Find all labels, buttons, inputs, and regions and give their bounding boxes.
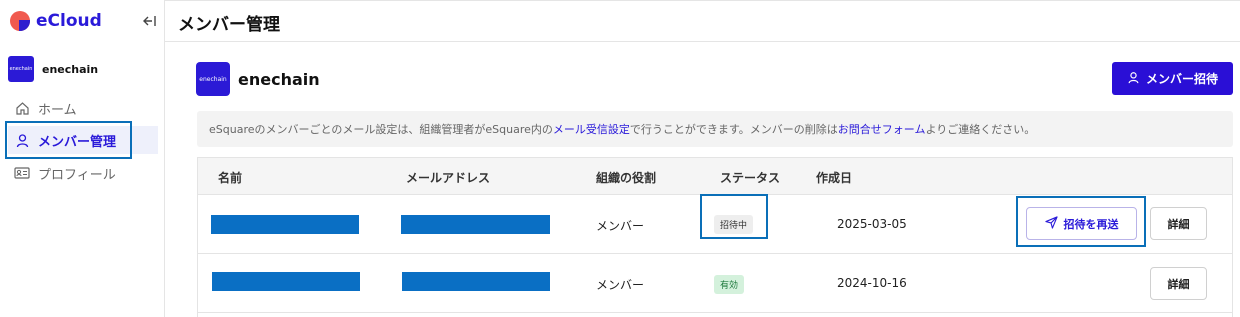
notice-text-1: eSquareのメンバーごとのメール設定は、組織管理者がeSquare内の <box>209 123 553 136</box>
created-date-cell: 2025-03-05 <box>837 217 907 231</box>
sidebar-item-home[interactable]: ホーム <box>8 94 158 122</box>
sidebar-item-profile[interactable]: プロフィール <box>8 159 158 187</box>
role-cell: メンバー <box>596 278 645 292</box>
collapse-sidebar-icon[interactable] <box>140 12 158 30</box>
app-root: eCloud enechain enechain ホーム メンバー管理 プロフィ… <box>0 0 1240 317</box>
table-header: 名前 メールアドレス 組織の役割 ステータス 作成日 <box>198 158 1232 195</box>
invite-member-button[interactable]: メンバー招待 <box>1112 62 1233 95</box>
created-date-cell: 2024-10-16 <box>837 276 907 290</box>
notice-text-3: よりご連絡ください。 <box>925 123 1036 136</box>
org-switcher[interactable]: enechain enechain <box>8 56 98 82</box>
contact-form-link[interactable]: お問合せフォーム <box>838 121 926 137</box>
column-header-created: 作成日 <box>816 171 853 185</box>
column-header-role: 組織の役割 <box>596 171 657 185</box>
detail-button[interactable]: 詳細 <box>1150 207 1207 240</box>
sidebar: eCloud enechain enechain ホーム メンバー管理 プロフィ… <box>0 0 165 317</box>
resend-invite-label: 招待を再送 <box>1063 217 1119 231</box>
org-header: enechain enechain <box>196 62 320 96</box>
role-cell: メンバー <box>596 219 645 233</box>
send-icon <box>1044 215 1058 232</box>
org-logo: enechain <box>8 56 34 82</box>
resend-invite-button[interactable]: 招待を再送 <box>1026 207 1137 240</box>
top-bar: メンバー管理 <box>165 0 1240 42</box>
members-table: 名前 メールアドレス 組織の役割 ステータス 作成日 メンバー 招待中 2025… <box>197 157 1233 317</box>
detail-button[interactable]: 詳細 <box>1150 267 1207 300</box>
sidebar-item-members[interactable]: メンバー管理 <box>8 126 158 154</box>
mail-settings-link[interactable]: メール受信設定 <box>553 121 630 137</box>
org-title: enechain <box>238 69 320 89</box>
user-icon <box>1127 71 1140 87</box>
invite-member-label: メンバー招待 <box>1145 72 1218 86</box>
id-card-icon <box>14 165 30 181</box>
home-icon <box>14 100 30 116</box>
table-row: メンバー 招待中 2025-03-05 招待を再送 詳細 <box>198 195 1232 254</box>
org-logo: enechain <box>196 62 230 96</box>
notice-text-2: で行うことができます。メンバーの削除は <box>629 123 838 136</box>
status-badge: 有効 <box>714 275 745 294</box>
column-header-status: ステータス <box>720 171 781 185</box>
sidebar-item-label: プロフィール <box>38 167 116 183</box>
table-row: メンバー 有効 2024-10-16 詳細 <box>198 254 1232 313</box>
info-notice: eSquareのメンバーごとのメール設定は、組織管理者がeSquare内の メール… <box>197 111 1233 147</box>
redacted-email <box>401 215 550 234</box>
page-title: メンバー管理 <box>178 15 280 35</box>
user-icon <box>14 132 30 148</box>
org-name: enechain <box>42 62 99 76</box>
brand-name: eCloud <box>36 11 102 31</box>
redacted-name <box>212 272 360 291</box>
status-badge: 招待中 <box>714 215 754 234</box>
redacted-email <box>402 272 550 291</box>
redacted-name <box>211 215 359 234</box>
column-header-name: 名前 <box>218 171 243 185</box>
brand[interactable]: eCloud <box>10 10 102 32</box>
ecloud-logo-icon <box>10 11 30 31</box>
sidebar-item-label: ホーム <box>38 102 77 118</box>
column-header-email: メールアドレス <box>406 171 491 185</box>
sidebar-item-label: メンバー管理 <box>38 134 117 150</box>
